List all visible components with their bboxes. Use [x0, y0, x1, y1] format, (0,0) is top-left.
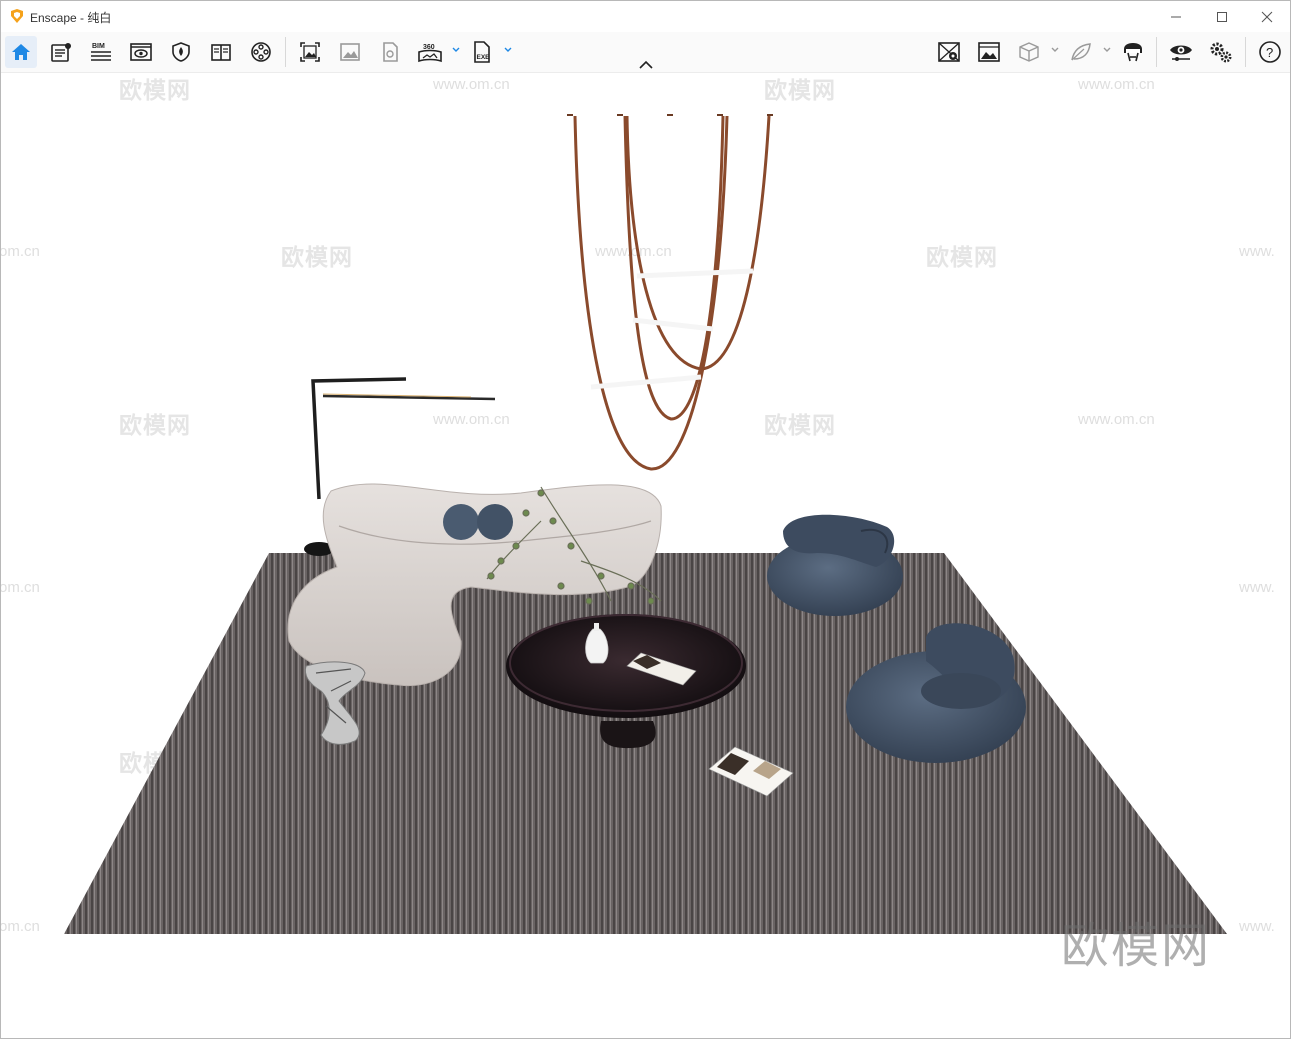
- exe-export-icon: EXE: [474, 41, 491, 63]
- settings-document-icon: [51, 43, 71, 62]
- scene-render: [64, 114, 1227, 934]
- material-button[interactable]: [165, 36, 197, 68]
- cube-button[interactable]: [1013, 36, 1045, 68]
- gallery-button[interactable]: [334, 36, 366, 68]
- visual-settings-eye-icon: [1170, 45, 1192, 61]
- minimize-icon: [1171, 16, 1181, 17]
- video-editor-button[interactable]: [245, 36, 277, 68]
- vr-headset-button[interactable]: [1117, 36, 1149, 68]
- file-name: 纯白: [87, 11, 112, 25]
- atmosphere-image-icon: [978, 42, 1000, 62]
- bim-info-icon: BIM: [91, 43, 111, 61]
- general-settings-gears-icon: [1210, 42, 1232, 63]
- document-export-icon: [383, 42, 398, 62]
- settings-document-button[interactable]: [45, 36, 77, 68]
- help-icon: ?: [1259, 41, 1281, 63]
- panorama-button[interactable]: 360: [414, 36, 446, 68]
- screenshot-button[interactable]: [294, 36, 326, 68]
- chevron-down-icon[interactable]: [451, 45, 461, 55]
- leaf-icon: [1071, 43, 1091, 61]
- screenshot-icon: [300, 42, 320, 62]
- render-viewport[interactable]: 欧模网 www.om.cn 欧模网 www.om.cn om.cn 欧模网 ww…: [1, 73, 1290, 1038]
- map-pin-button[interactable]: [933, 36, 965, 68]
- title-separator: -: [76, 11, 88, 25]
- title-bar[interactable]: Enscape - 纯白: [1, 1, 1290, 32]
- corner-logo-watermark: 欧模网: [1061, 920, 1212, 973]
- leaf-button[interactable]: [1065, 36, 1097, 68]
- book-icon: [211, 44, 231, 61]
- close-icon: [1261, 11, 1273, 22]
- gallery-image-icon: [340, 43, 360, 61]
- toolbar-separator: [1245, 37, 1246, 67]
- general-settings-button[interactable]: [1205, 36, 1237, 68]
- bim-label: BIM: [92, 43, 105, 50]
- visual-settings-button[interactable]: [1165, 36, 1197, 68]
- help-button[interactable]: ?: [1254, 36, 1286, 68]
- maximize-button[interactable]: [1199, 1, 1245, 32]
- pendant-lamp: [567, 114, 775, 471]
- video-reel-icon: [251, 42, 271, 62]
- chevron-down-icon[interactable]: [503, 45, 513, 55]
- document-export-button[interactable]: [374, 36, 406, 68]
- map-pin-icon: [938, 42, 960, 62]
- chevron-down-icon[interactable]: [1102, 45, 1112, 55]
- cube-icon: [1019, 42, 1039, 62]
- bim-info-button[interactable]: BIM: [85, 36, 117, 68]
- enscape-logo-icon: [11, 9, 23, 23]
- app-name: Enscape: [30, 11, 77, 25]
- app-window: Enscape - 纯白 BIM 360 EXE ? 欧模网 www.om.cn…: [0, 0, 1291, 1039]
- exe-label: EXE: [477, 54, 491, 61]
- chevron-up-icon[interactable]: [637, 59, 655, 71]
- panorama-360-icon: 360: [418, 44, 442, 63]
- atmosphere-button[interactable]: [973, 36, 1005, 68]
- vr-headset-icon: [1124, 43, 1142, 62]
- home-button[interactable]: [5, 36, 37, 68]
- views-icon: [130, 43, 152, 61]
- maximize-icon: [1217, 11, 1227, 22]
- toolbar-separator: [1156, 37, 1157, 67]
- close-button[interactable]: [1244, 1, 1290, 32]
- exe-export-button[interactable]: EXE: [466, 36, 498, 68]
- help-label: ?: [1266, 45, 1273, 60]
- toolbar-separator: [285, 37, 286, 67]
- material-shield-icon: [172, 42, 190, 62]
- armchair: [767, 514, 903, 616]
- chevron-down-icon[interactable]: [1050, 45, 1060, 55]
- minimize-button[interactable]: [1153, 1, 1199, 32]
- window-title: Enscape - 纯白: [30, 9, 111, 26]
- home-icon: [12, 44, 30, 60]
- views-button[interactable]: [125, 36, 157, 68]
- book-button[interactable]: [205, 36, 237, 68]
